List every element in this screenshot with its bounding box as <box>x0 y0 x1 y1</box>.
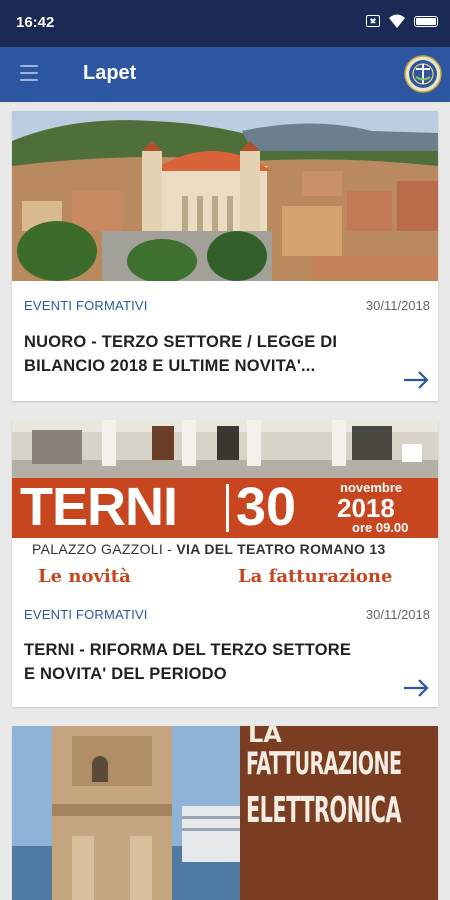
card-title-line: NUORO - TERZO SETTORE / LEGGE DI <box>24 333 338 351</box>
banner-line-2: FATTURAZIONE <box>246 746 402 782</box>
card-title-line: E NOVITA' DEL PERIODO <box>24 665 227 683</box>
app-title: Lapet <box>83 62 137 84</box>
news-card-image-nuoro <box>12 111 438 281</box>
banner-line-1: LA <box>248 726 282 748</box>
card-date: 30/11/2018 <box>365 607 430 622</box>
poster-terni-address: VIA DEL TEATRO ROMANO 13 <box>176 541 386 557</box>
poster-terni-place: PALAZZO GAZZOLI <box>32 541 164 557</box>
poster-terni-day: 30 <box>236 477 297 537</box>
app-logo <box>404 55 442 93</box>
card-category: EVENTI FORMATIVI <box>24 607 148 622</box>
app-bar: Lapet <box>0 47 450 102</box>
notification-x-icon <box>366 15 380 27</box>
status-icons <box>366 13 438 29</box>
poster-terni-word: TERNI <box>20 477 178 537</box>
banner-line-3: ELETTRONICA <box>246 790 402 831</box>
poster-terni-novita: Le novità <box>38 566 131 587</box>
card-title[interactable]: NUORO - TERZO SETTORE / LEGGE DI BILANCI… <box>24 330 424 378</box>
menu-icon[interactable] <box>20 65 38 83</box>
battery-icon <box>414 15 438 27</box>
news-card[interactable]: LA FATTURAZIONE ELETTRONICA <box>12 726 438 900</box>
news-feed[interactable]: EVENTI FORMATIVI 30/11/2018 NUORO - TERZ… <box>0 102 450 900</box>
status-time: 16:42 <box>16 14 55 31</box>
wifi-icon <box>389 14 405 28</box>
arrow-right-icon[interactable] <box>402 678 430 698</box>
card-title[interactable]: TERNI - RIFORMA DEL TERZO SETTORE E NOVI… <box>24 638 424 686</box>
poster-terni-time: ore 09.00 <box>352 520 409 535</box>
status-bar: 16:42 <box>0 0 450 47</box>
card-title-line: BILANCIO 2018 E ULTIME NOVITA'... <box>24 357 316 375</box>
news-card-image-terni: TERNI 30 novembre 2018 ore 09.00 PALAZZO… <box>12 420 438 592</box>
card-category: EVENTI FORMATIVI <box>24 298 148 313</box>
poster-terni-fatturazione: La fatturazione <box>238 566 393 587</box>
news-card[interactable]: TERNI 30 novembre 2018 ore 09.00 PALAZZO… <box>12 420 438 707</box>
news-card[interactable]: EVENTI FORMATIVI 30/11/2018 NUORO - TERZ… <box>12 111 438 401</box>
card-date: 30/11/2018 <box>365 298 430 313</box>
arrow-right-icon[interactable] <box>402 370 430 390</box>
news-card-image-fatturazione: LA FATTURAZIONE ELETTRONICA <box>12 726 438 900</box>
card-title-line: TERNI - RIFORMA DEL TERZO SETTORE <box>24 641 352 659</box>
